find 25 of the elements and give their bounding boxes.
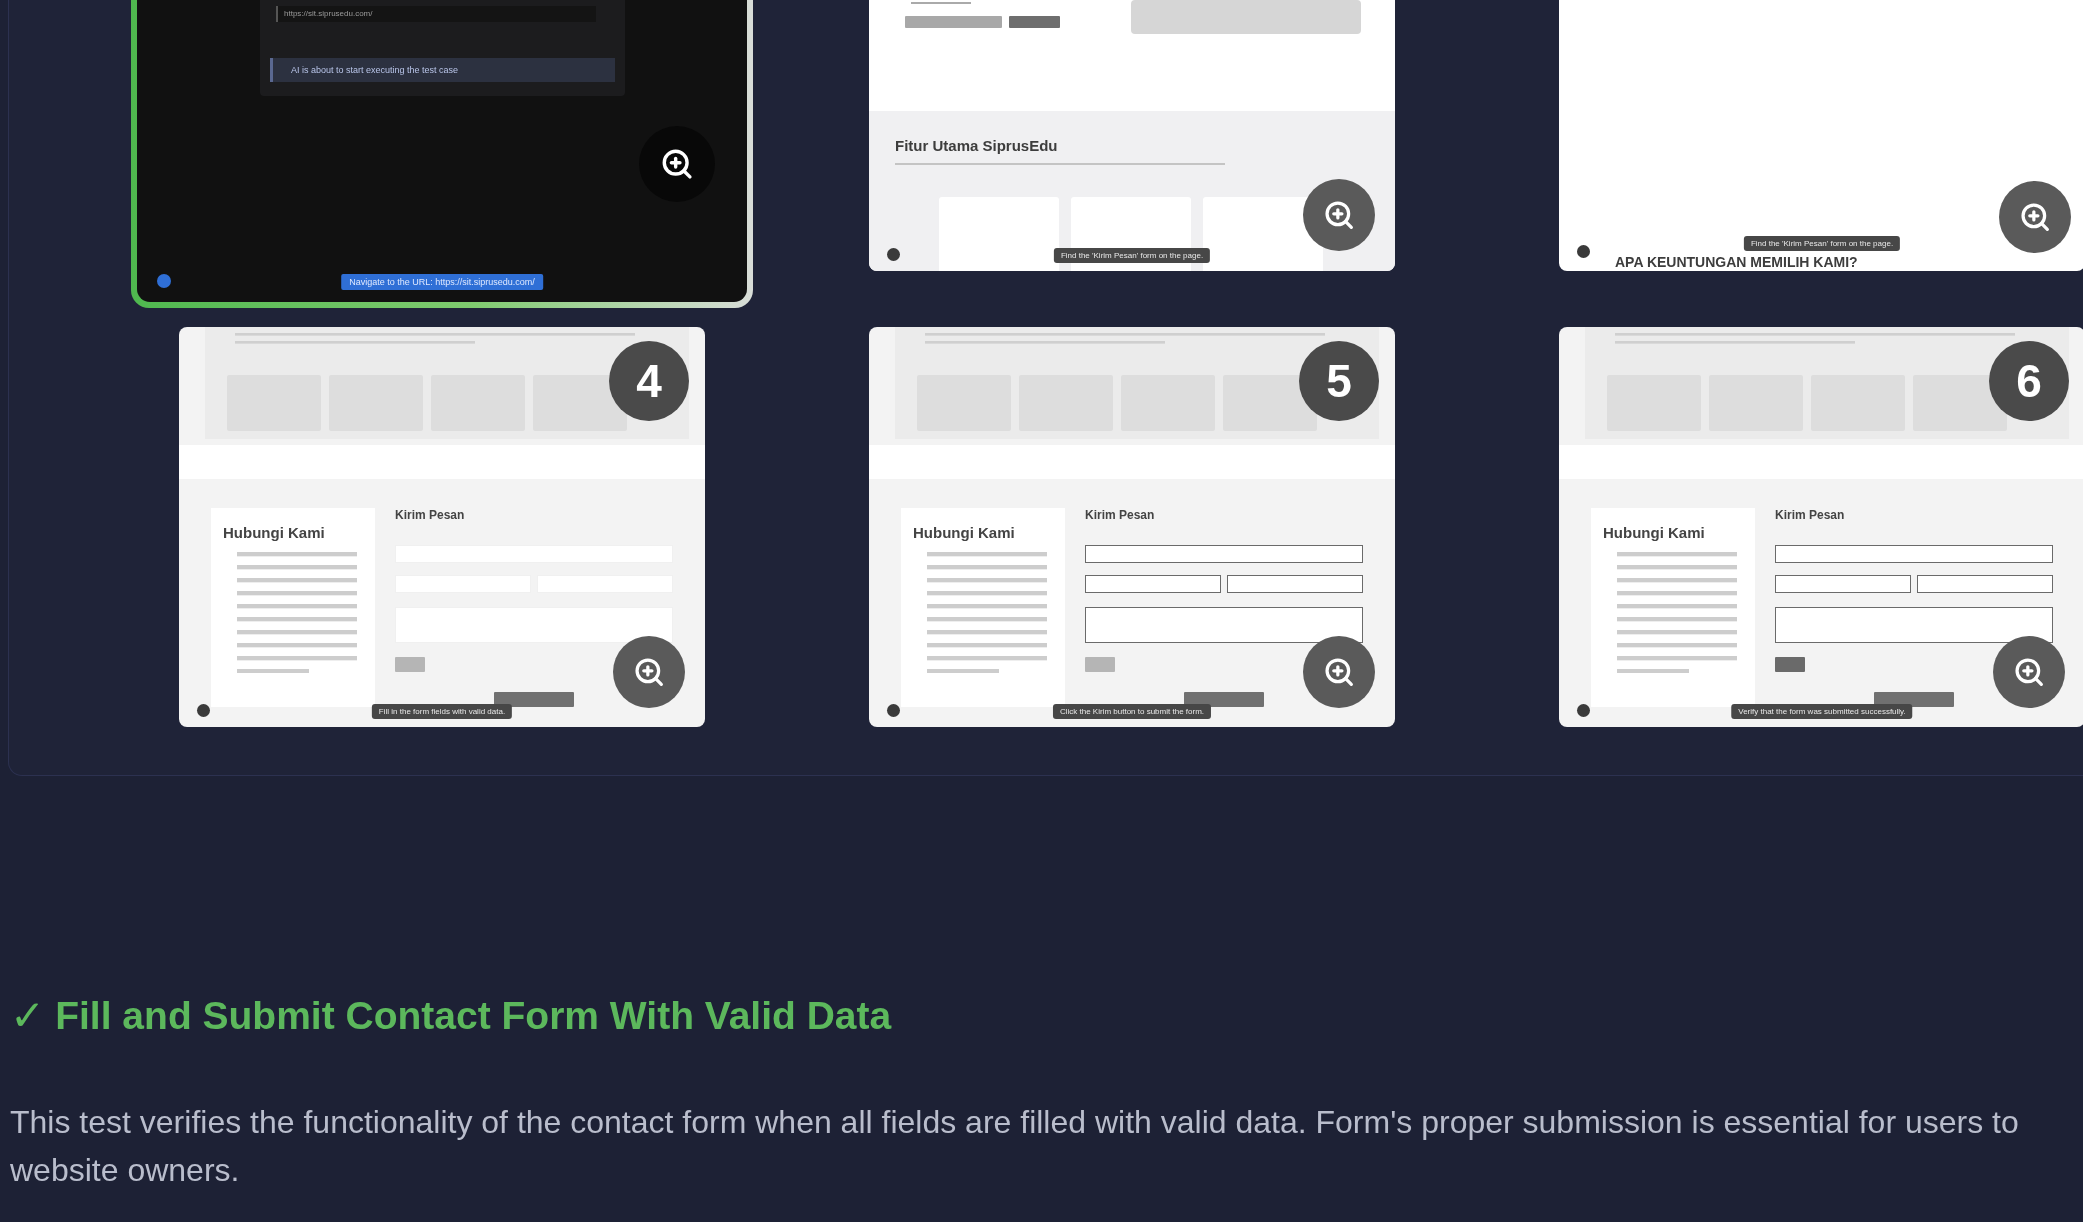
contact-title: Hubungi Kami bbox=[223, 524, 325, 541]
test-description: This test verifies the functionality of the contact form when all fields are filled with valid data. Form's proper submission is essential for users to website owners. bbox=[10, 1103, 2020, 1190]
step-thumbnail[interactable]: Find the 'Kirim Pesan' form on the page. APA KEUNTUNGAN MEMILIH KAMI? bbox=[1559, 0, 2083, 271]
step-thumbnail[interactable]: Hubungi Kami Kirim Pesan 4 Fill in the form fields with valid data. bbox=[179, 327, 705, 727]
section-title: Fitur Utama SiprusEdu bbox=[895, 137, 1058, 154]
contact-title: Hubungi Kami bbox=[913, 524, 1015, 541]
step-thumbnail[interactable]: Hubungi Kami Kirim Pesan 6 Verify that the form was submitted successfully. bbox=[1559, 327, 2083, 727]
contact-title: Hubungi Kami bbox=[1603, 524, 1705, 541]
step-caption: Click the Kirim button to submit the form. bbox=[1052, 704, 1212, 719]
step-caption: Navigate to the URL: https://sit.siprusedu.com/ bbox=[341, 274, 543, 290]
step-thumbnail[interactable]: Hubungi Kami Kirim Pesan 5 Click the Kirim button to submit the form. bbox=[869, 327, 1395, 727]
step-thumbnail[interactable]: Fitur Utama SiprusEdu Find the 'Kirim Pesan' form on the page. bbox=[869, 0, 1395, 271]
step-thumbnail[interactable]: https://sit.siprusedu.com/ AI is about to start executing the test case Navigate to the URL: https://sit.siprusedu.com/ bbox=[131, 0, 753, 308]
form-title: Kirim Pesan bbox=[395, 508, 465, 522]
step-caption: Fill in the form fields with valid data. bbox=[371, 704, 513, 719]
form-title: Kirim Pesan bbox=[1775, 508, 1845, 522]
step-caption: Verify that the form was submitted successfully. bbox=[1731, 704, 1913, 719]
test-title: Fill and Submit Contact Form With Valid Data bbox=[55, 993, 892, 1038]
section-title: APA KEUNTUNGAN MEMILIH KAMI? bbox=[1615, 254, 1858, 270]
url-field: https://sit.siprusedu.com/ bbox=[276, 6, 596, 22]
form-title: Kirim Pesan bbox=[1085, 508, 1155, 522]
check-icon: ✓ bbox=[10, 991, 46, 1040]
step-caption: Find the 'Kirim Pesan' form on the page. bbox=[1053, 248, 1211, 263]
step-caption: Find the 'Kirim Pesan' form on the page. bbox=[1743, 236, 1901, 251]
status-notice: AI is about to start executing the test case bbox=[270, 58, 615, 82]
